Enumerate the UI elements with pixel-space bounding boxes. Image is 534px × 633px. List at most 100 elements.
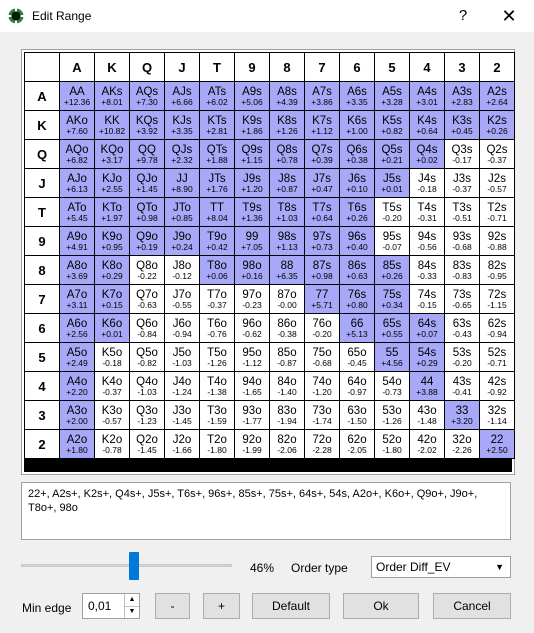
- default-button[interactable]: Default: [252, 593, 330, 619]
- hand-cell[interactable]: A8o +3.69: [60, 256, 94, 284]
- hand-cell[interactable]: 93o -1.77: [235, 401, 269, 429]
- hand-cell[interactable]: 33 +3.20: [445, 401, 479, 429]
- hand-cell[interactable]: Q7s +0.39: [305, 140, 339, 168]
- row-header[interactable]: A: [25, 82, 59, 110]
- hand-cell[interactable]: J3o -1.45: [165, 401, 199, 429]
- hand-cell[interactable]: T5s -0.20: [375, 198, 409, 226]
- column-header[interactable]: T: [200, 53, 234, 81]
- row-header[interactable]: K: [25, 111, 59, 139]
- hand-cell[interactable]: Q5s +0.21: [375, 140, 409, 168]
- hand-cell[interactable]: 55 +4.56: [375, 343, 409, 371]
- hand-cell[interactable]: J9s +1.20: [235, 169, 269, 197]
- hand-cell[interactable]: A4s +3.01: [410, 82, 444, 110]
- hand-cell[interactable]: T9s +1.36: [235, 198, 269, 226]
- hand-cell[interactable]: T9o +0.42: [200, 227, 234, 255]
- hand-cell[interactable]: T2s -0.71: [480, 198, 514, 226]
- hand-cell[interactable]: J2s -0.57: [480, 169, 514, 197]
- column-header[interactable]: Q: [130, 53, 164, 81]
- hand-cell[interactable]: K2o -0.78: [95, 430, 129, 458]
- hand-cell[interactable]: 63s -0.43: [445, 314, 479, 342]
- column-header[interactable]: 6: [340, 53, 374, 81]
- column-header[interactable]: 3: [445, 53, 479, 81]
- decrease-button[interactable]: -: [155, 593, 190, 619]
- hand-cell[interactable]: 64s +0.07: [410, 314, 444, 342]
- hand-cell[interactable]: K4o -0.37: [95, 372, 129, 400]
- row-header[interactable]: 6: [25, 314, 59, 342]
- hand-cell[interactable]: A2o +1.80: [60, 430, 94, 458]
- hand-cell[interactable]: 54o -0.73: [375, 372, 409, 400]
- hand-cell[interactable]: J6s +0.10: [340, 169, 374, 197]
- hand-cell[interactable]: J4o -1.24: [165, 372, 199, 400]
- hand-cell[interactable]: K4s +0.64: [410, 111, 444, 139]
- column-header[interactable]: A: [60, 53, 94, 81]
- hand-cell[interactable]: 77 +5.71: [305, 285, 339, 313]
- row-header[interactable]: 3: [25, 401, 59, 429]
- hand-cell[interactable]: K5o -0.18: [95, 343, 129, 371]
- row-header[interactable]: 4: [25, 372, 59, 400]
- hand-cell[interactable]: A4o +2.20: [60, 372, 94, 400]
- range-slider[interactable]: [21, 552, 232, 580]
- hand-cell[interactable]: 63o -1.50: [340, 401, 374, 429]
- hand-cell[interactable]: ATs +6.02: [200, 82, 234, 110]
- hand-cell[interactable]: AKs +8.01: [95, 82, 129, 110]
- hand-cell[interactable]: AQs +7.30: [130, 82, 164, 110]
- hand-cell[interactable]: KQo +3.17: [95, 140, 129, 168]
- hand-cell[interactable]: 88 +6.35: [270, 256, 304, 284]
- range-text-box[interactable]: 22+, A2s+, K2s+, Q4s+, J5s+, T6s+, 96s+,…: [21, 482, 511, 540]
- hand-cell[interactable]: A2s +2.64: [480, 82, 514, 110]
- hand-cell[interactable]: 82s -0.95: [480, 256, 514, 284]
- hand-cell[interactable]: K9s +1.86: [235, 111, 269, 139]
- hand-cell[interactable]: 87o -0.00: [270, 285, 304, 313]
- hand-cell[interactable]: 72o -2.28: [305, 430, 339, 458]
- hand-cell[interactable]: T3o -1.59: [200, 401, 234, 429]
- hand-cell[interactable]: T6o -0.76: [200, 314, 234, 342]
- column-header[interactable]: 2: [480, 53, 514, 81]
- hand-cell[interactable]: 94o -1.65: [235, 372, 269, 400]
- hand-cell[interactable]: KQs +3.92: [130, 111, 164, 139]
- hand-cell[interactable]: Q3o -1.23: [130, 401, 164, 429]
- hand-cell[interactable]: T7o -0.37: [200, 285, 234, 313]
- hand-cell[interactable]: 22 +2.50: [480, 430, 514, 458]
- hand-cell[interactable]: 76o -0.20: [305, 314, 339, 342]
- hand-cell[interactable]: 96s +0.40: [340, 227, 374, 255]
- hand-cell[interactable]: 53s -0.20: [445, 343, 479, 371]
- hand-cell[interactable]: Q4s +0.02: [410, 140, 444, 168]
- hand-cell[interactable]: K8o +0.29: [95, 256, 129, 284]
- hand-cell[interactable]: A8s +4.39: [270, 82, 304, 110]
- hand-cell[interactable]: QTs +1.88: [200, 140, 234, 168]
- hand-cell[interactable]: T5o -1.26: [200, 343, 234, 371]
- hand-cell[interactable]: A9s +5.06: [235, 82, 269, 110]
- hand-cell[interactable]: AJo +6.13: [60, 169, 94, 197]
- hand-cell[interactable]: A7s +3.86: [305, 82, 339, 110]
- hand-cell[interactable]: 44 +3.88: [410, 372, 444, 400]
- hand-cell[interactable]: 65s +0.55: [375, 314, 409, 342]
- hand-cell[interactable]: QTo +0.98: [130, 198, 164, 226]
- hand-cell[interactable]: 97s +0.73: [305, 227, 339, 255]
- hand-cell[interactable]: Q3s -0.17: [445, 140, 479, 168]
- hand-cell[interactable]: 92s -0.88: [480, 227, 514, 255]
- column-header[interactable]: 9: [235, 53, 269, 81]
- row-header[interactable]: 2: [25, 430, 59, 458]
- row-header[interactable]: 7: [25, 285, 59, 313]
- hand-cell[interactable]: A6s +3.35: [340, 82, 374, 110]
- hand-cell[interactable]: 75s +0.34: [375, 285, 409, 313]
- hand-cell[interactable]: T3s -0.51: [445, 198, 479, 226]
- hand-cell[interactable]: 97o -0.23: [235, 285, 269, 313]
- hand-cell[interactable]: K3o -0.57: [95, 401, 129, 429]
- hand-cell[interactable]: K8s +1.26: [270, 111, 304, 139]
- hand-cell[interactable]: Q2s -0.37: [480, 140, 514, 168]
- column-header[interactable]: 7: [305, 53, 339, 81]
- hand-cell[interactable]: T4s -0.31: [410, 198, 444, 226]
- hand-cell[interactable]: 32o -2.26: [445, 430, 479, 458]
- hand-cell[interactable]: Q6s +0.38: [340, 140, 374, 168]
- hand-cell[interactable]: Q6o -0.84: [130, 314, 164, 342]
- hand-cell[interactable]: Q2o -1.45: [130, 430, 164, 458]
- hand-cell[interactable]: 98o +0.16: [235, 256, 269, 284]
- hand-cell[interactable]: Q8s +0.78: [270, 140, 304, 168]
- hand-cell[interactable]: Q7o -0.63: [130, 285, 164, 313]
- row-header[interactable]: 9: [25, 227, 59, 255]
- column-header[interactable]: 4: [410, 53, 444, 81]
- hand-cell[interactable]: T6s +0.26: [340, 198, 374, 226]
- hand-cell[interactable]: 62o -2.05: [340, 430, 374, 458]
- hand-cell[interactable]: 66 +5.13: [340, 314, 374, 342]
